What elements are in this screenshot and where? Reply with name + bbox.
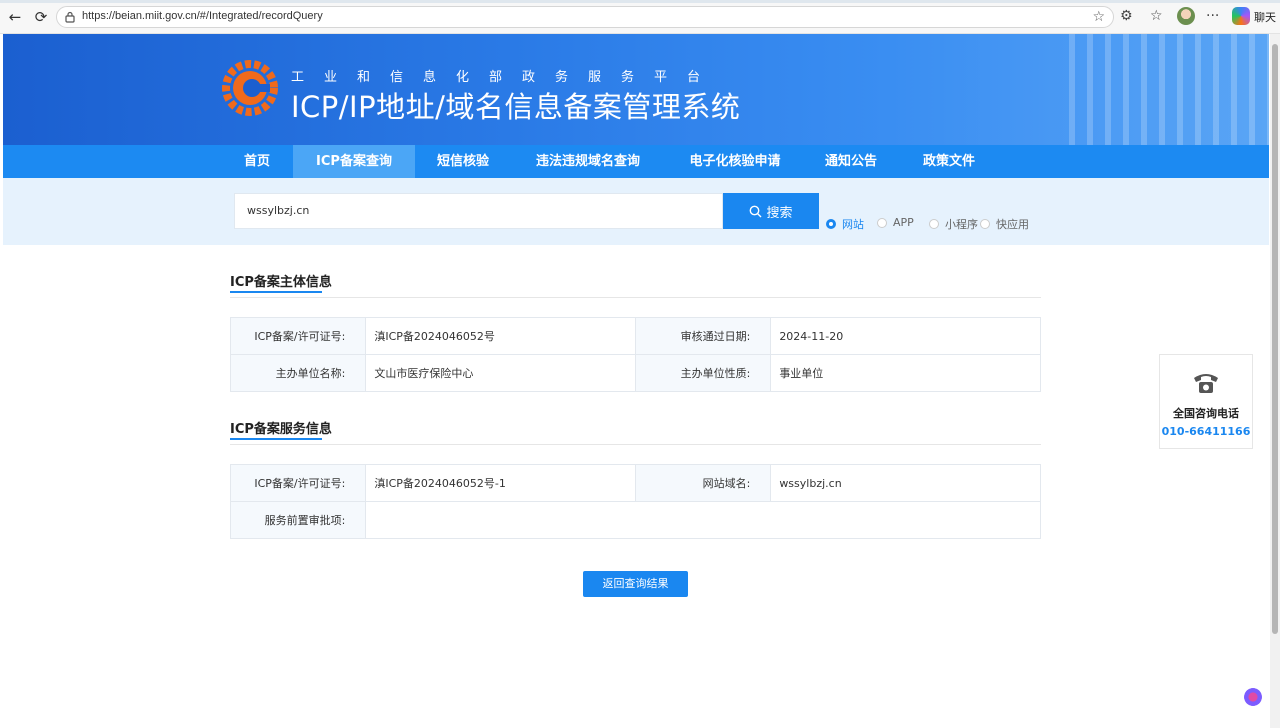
hotline-title: 全国咨询电话 <box>1173 407 1239 420</box>
platform-subtitle: 工业和信息化部政务服务平台 <box>291 70 721 85</box>
nav-item-electronic-verify[interactable]: 电子化核验申请 <box>675 145 795 178</box>
browser-toolbar: ← ⟳ https://beian.miit.gov.cn/#/Integrat… <box>0 0 1280 34</box>
table-label: 主办单位名称: <box>229 354 367 392</box>
nav-item-policies[interactable]: 政策文件 <box>909 145 989 178</box>
header-banner: 工业和信息化部政务服务平台 ICP/IP地址/域名信息备案管理系统 <box>3 34 1269 145</box>
radio-label: 快应用 <box>996 218 1029 231</box>
table-value: 文山市医疗保险中心 <box>365 354 636 392</box>
subject-section-title: ICP备案主体信息 <box>230 271 332 293</box>
hotline-widget[interactable]: 全国咨询电话 010-66411166 <box>1159 354 1253 449</box>
section-title-text: ICP备案主体信息 <box>230 275 332 290</box>
table-label: 审核通过日期: <box>634 317 772 355</box>
type-radio-mini-program[interactable]: 小程序 <box>929 216 978 232</box>
extensions-icon[interactable]: ⚙ <box>1120 8 1133 24</box>
table-label: ICP备案/许可证号: <box>229 464 367 502</box>
table-value: 事业单位 <box>770 354 1041 392</box>
nav-item-sms-verify[interactable]: 短信核验 <box>423 145 503 178</box>
table-row: ICP备案/许可证号: 滇ICP备2024046052号-1 网站域名: wss… <box>229 464 1041 502</box>
page-scrollbar[interactable] <box>1270 34 1280 728</box>
section-underline <box>230 291 322 293</box>
search-input[interactable]: wssylbzj.cn <box>234 193 723 229</box>
search-button-label: 搜索 <box>766 205 793 221</box>
radio-label: 网站 <box>842 218 864 231</box>
city-skyline-decoration <box>1069 34 1269 145</box>
miit-logo-icon <box>222 60 278 116</box>
nav-item-home[interactable]: 首页 <box>227 145 287 178</box>
search-band: wssylbzj.cn 搜索 网站 APP 小程序 快应用 <box>3 178 1269 245</box>
table-value: 滇ICP备2024046052号-1 <box>365 464 636 502</box>
table-row: 服务前置审批项: <box>229 501 1041 539</box>
copilot-icon[interactable] <box>1232 7 1250 25</box>
table-label: 网站域名: <box>634 464 772 502</box>
radio-label: APP <box>893 216 914 229</box>
nav-item-icp-query[interactable]: ICP备案查询 <box>293 145 415 178</box>
section-divider <box>230 297 1041 298</box>
search-button[interactable]: 搜索 <box>723 193 819 229</box>
nav-item-notices[interactable]: 通知公告 <box>811 145 891 178</box>
address-bar[interactable]: https://beian.miit.gov.cn/#/Integrated/r… <box>56 6 1114 28</box>
back-to-results-button[interactable]: 返回查询结果 <box>583 571 688 597</box>
assistant-bubble-icon[interactable] <box>1244 688 1262 706</box>
table-value: wssylbzj.cn <box>770 464 1041 502</box>
type-radio-quick-app[interactable]: 快应用 <box>980 216 1029 232</box>
favorites-icon[interactable]: ☆ <box>1150 8 1163 24</box>
table-value: 2024-11-20 <box>770 317 1041 355</box>
table-row: 主办单位名称: 文山市医疗保险中心 主办单位性质: 事业单位 <box>229 354 1041 392</box>
search-icon <box>750 205 762 217</box>
refresh-icon[interactable]: ⟳ <box>32 8 50 26</box>
radio-label: 小程序 <box>945 218 978 231</box>
main-nav: 首页 ICP备案查询 短信核验 违法违规域名查询 电子化核验申请 通知公告 政策… <box>3 145 1269 178</box>
chat-label[interactable]: 聊天 <box>1254 9 1276 25</box>
type-radio-website[interactable]: 网站 <box>826 216 864 232</box>
table-label: 服务前置审批项: <box>229 501 367 539</box>
hotline-number: 010-66411166 <box>1161 425 1251 438</box>
nav-item-illegal-domain-query[interactable]: 违法违规域名查询 <box>521 145 655 178</box>
table-value <box>365 501 1041 539</box>
type-radio-app[interactable]: APP <box>877 216 914 229</box>
section-underline <box>230 438 322 440</box>
radio-dot <box>826 219 836 229</box>
favorite-star-icon[interactable]: ☆ <box>1092 9 1105 25</box>
radio-dot <box>980 219 990 229</box>
radio-dot <box>877 217 887 228</box>
back-arrow-icon[interactable]: ← <box>6 8 24 26</box>
service-info-table: ICP备案/许可证号: 滇ICP备2024046052号-1 网站域名: wss… <box>229 464 1041 539</box>
tab-strip-edge <box>0 0 1280 3</box>
url-text: https://beian.miit.gov.cn/#/Integrated/r… <box>82 10 323 22</box>
profile-avatar[interactable] <box>1177 7 1195 25</box>
table-label: 主办单位性质: <box>634 354 772 392</box>
section-title-text: ICP备案服务信息 <box>230 422 332 437</box>
scrollbar-thumb[interactable] <box>1272 44 1278 634</box>
table-label: ICP备案/许可证号: <box>229 317 367 355</box>
table-value: 滇ICP备2024046052号 <box>365 317 636 355</box>
system-title: ICP/IP地址/域名信息备案管理系统 <box>291 90 741 124</box>
page: 工业和信息化部政务服务平台 ICP/IP地址/域名信息备案管理系统 首页 ICP… <box>3 34 1269 728</box>
service-section-title: ICP备案服务信息 <box>230 418 332 440</box>
radio-dot <box>929 219 939 229</box>
lock-icon <box>65 11 75 23</box>
telephone-icon <box>1194 374 1218 393</box>
table-row: ICP备案/许可证号: 滇ICP备2024046052号 审核通过日期: 202… <box>229 317 1041 355</box>
subject-info-table: ICP备案/许可证号: 滇ICP备2024046052号 审核通过日期: 202… <box>229 317 1041 392</box>
section-divider <box>230 444 1041 445</box>
more-menu-icon[interactable]: ··· <box>1206 8 1219 24</box>
